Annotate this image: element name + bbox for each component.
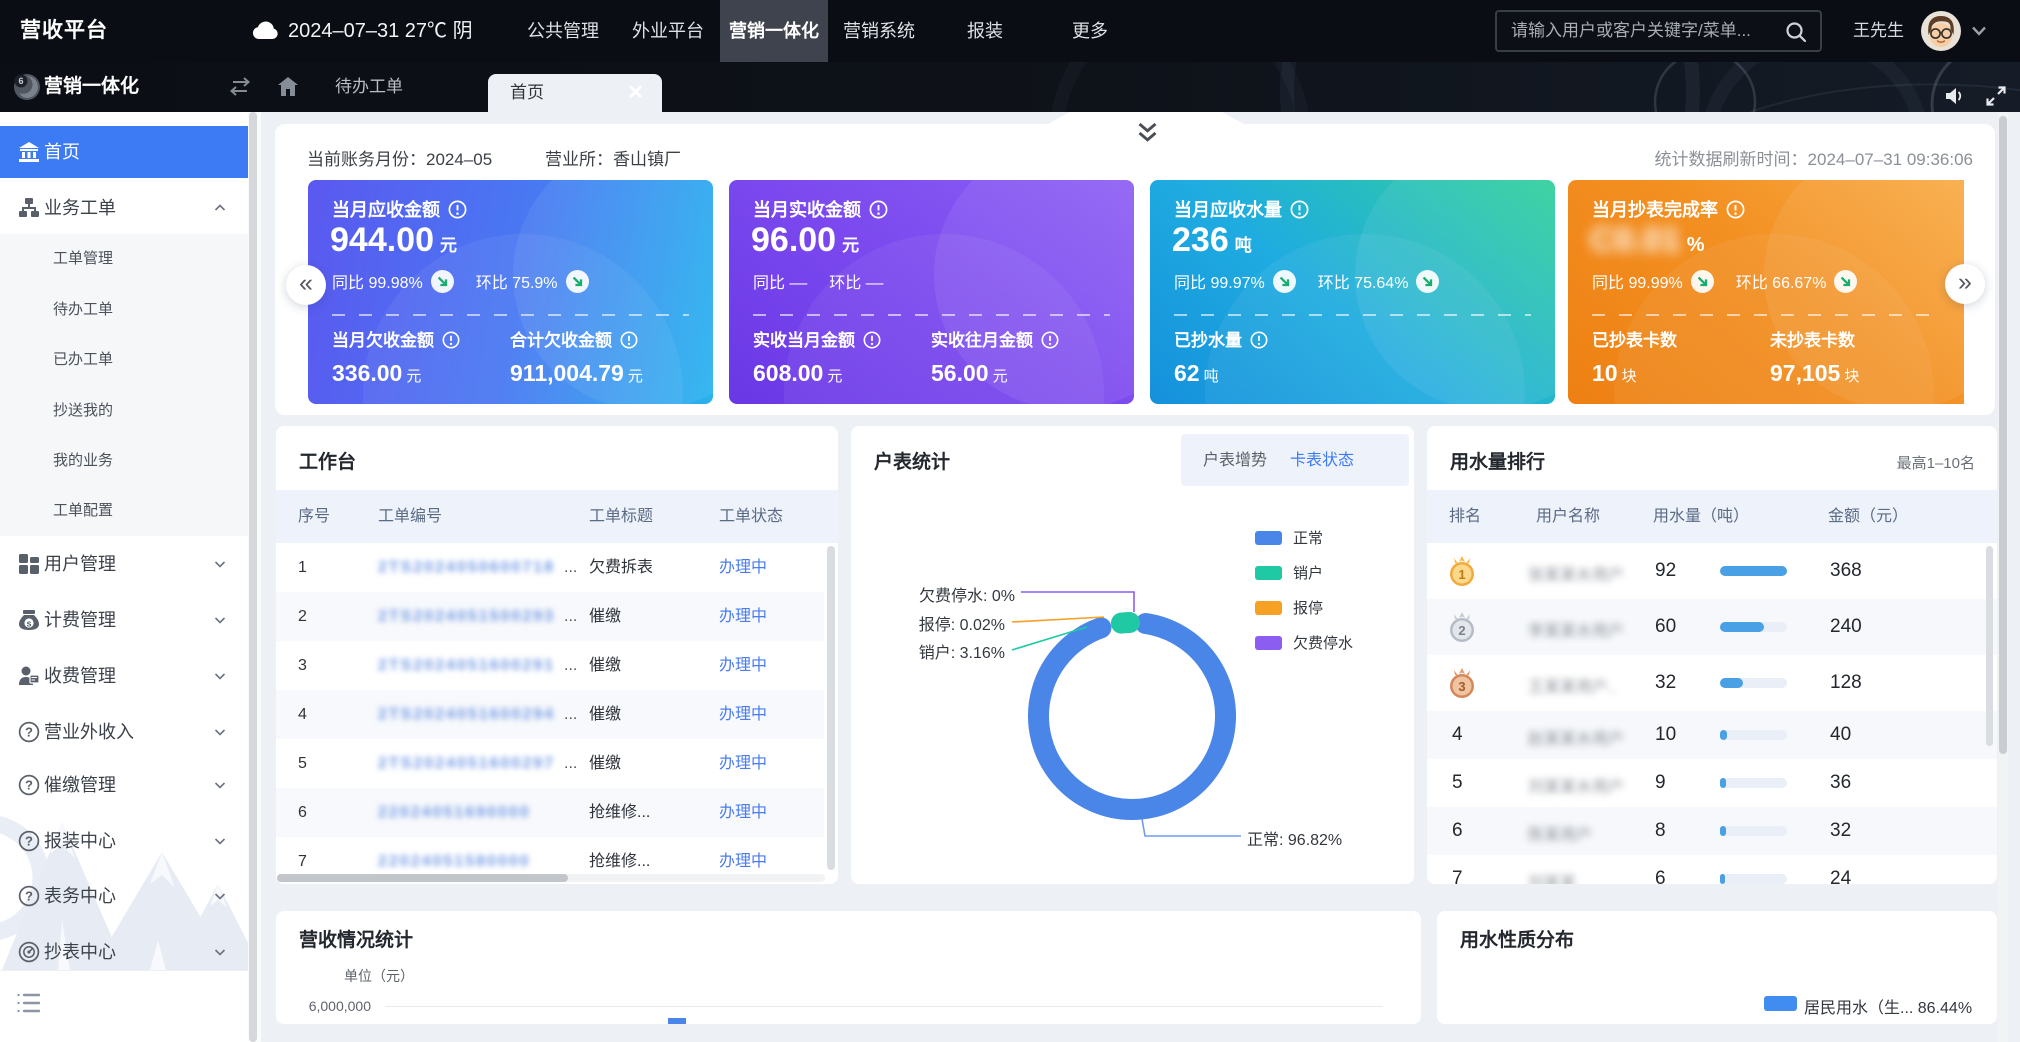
- svg-text:s: s: [26, 618, 31, 628]
- svg-text:?: ?: [25, 834, 33, 849]
- svg-text:1: 1: [1458, 567, 1465, 582]
- svg-text:?: ?: [25, 889, 33, 904]
- svg-text:6: 6: [18, 76, 23, 86]
- svg-text:?: ?: [25, 725, 33, 740]
- svg-text:2: 2: [1458, 623, 1465, 638]
- svg-text:?: ?: [25, 778, 33, 793]
- svg-text:3: 3: [1458, 679, 1465, 694]
